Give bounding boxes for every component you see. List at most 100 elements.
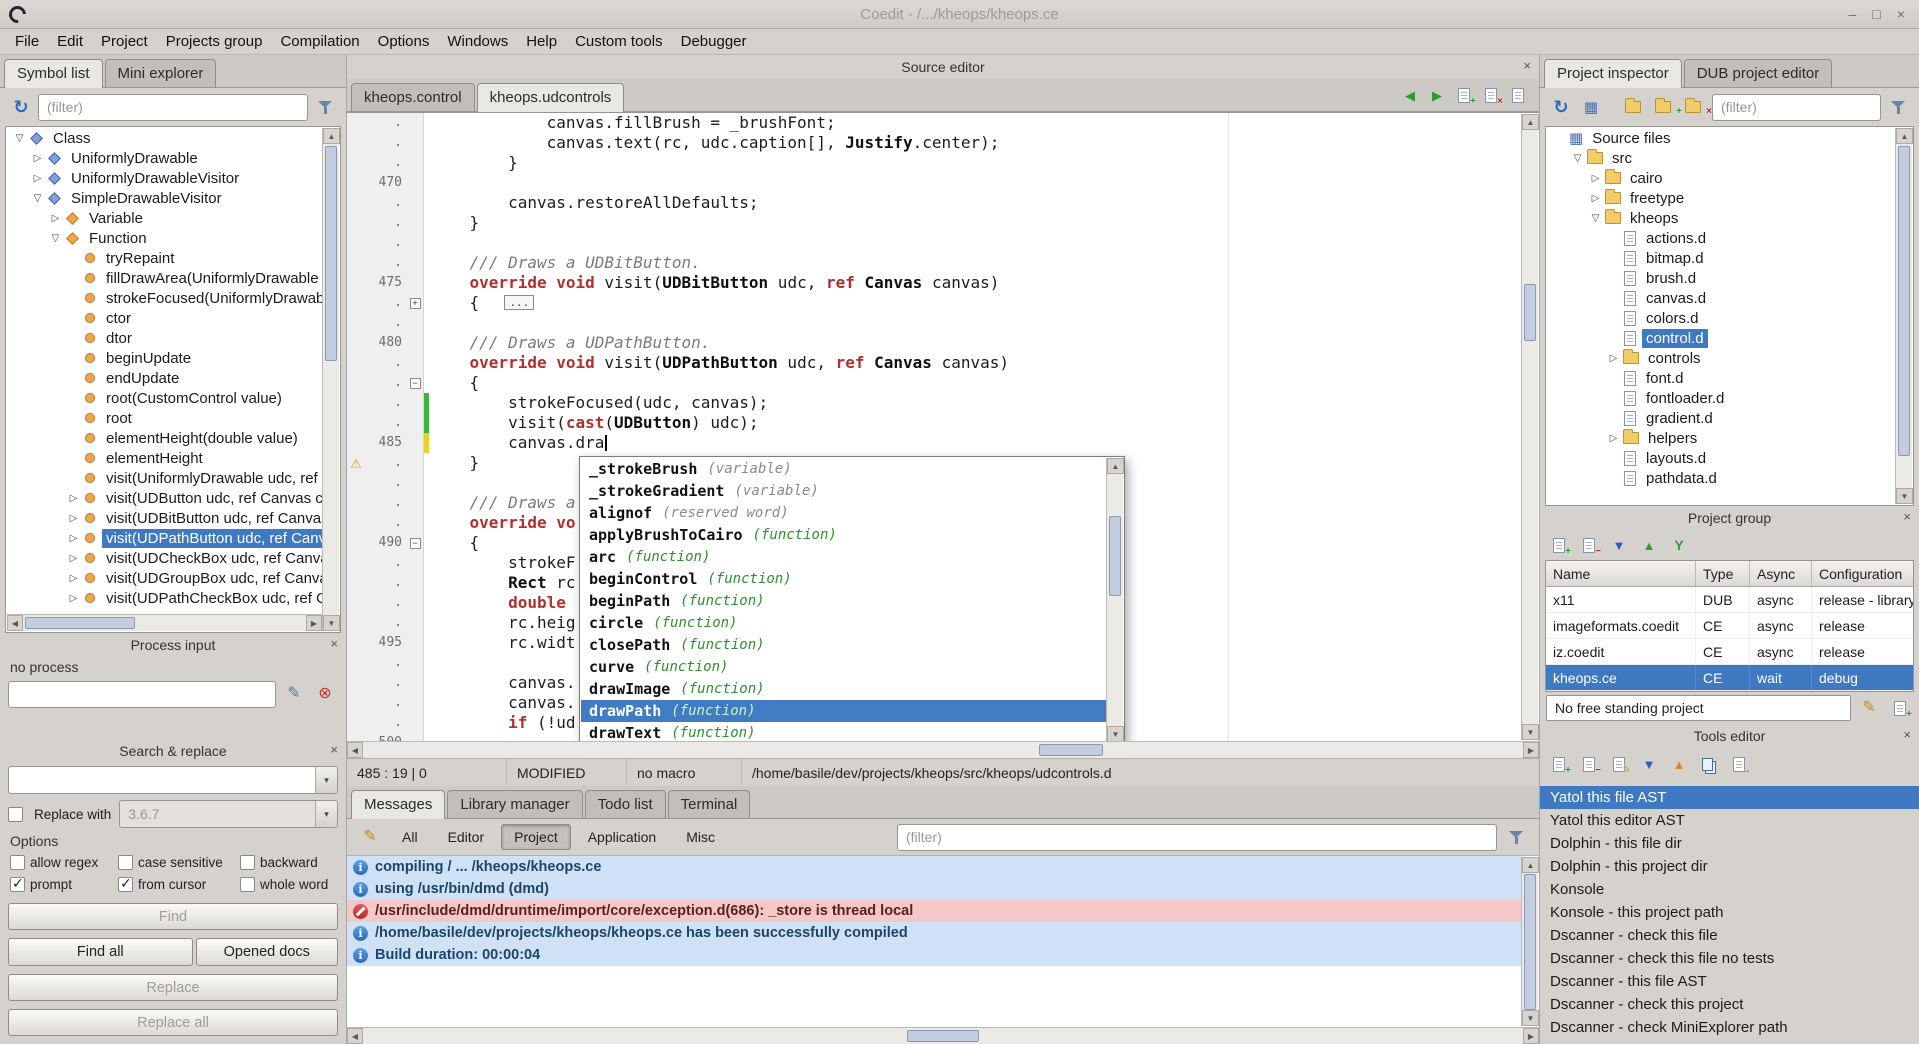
- code-text[interactable]: rc.heig: [429, 613, 576, 633]
- column-header[interactable]: Async: [1750, 561, 1812, 586]
- tool-item[interactable]: Dolphin - this project dir: [1540, 855, 1919, 878]
- scroll-left-button[interactable]: ◀: [347, 1028, 363, 1044]
- scroll-up-button[interactable]: ▲: [323, 128, 340, 144]
- copy-button[interactable]: [1696, 751, 1722, 777]
- file-tree-item[interactable]: ▷cairo: [1547, 168, 1895, 188]
- allow-regex-checkbox[interactable]: [10, 855, 25, 870]
- expander-icon[interactable]: ▷: [65, 553, 82, 564]
- symbol-tree-item[interactable]: root: [7, 408, 322, 428]
- project-funnel-button[interactable]: [1885, 94, 1911, 120]
- file-tree-item[interactable]: ▽src: [1547, 148, 1895, 168]
- scroll-right-button[interactable]: ▶: [306, 615, 322, 631]
- symbol-tree-item[interactable]: ▽Function: [7, 228, 322, 248]
- grid-button[interactable]: ▦: [1578, 94, 1604, 120]
- symbol-tree-item[interactable]: strokeFocused(UniformlyDrawable: [7, 288, 322, 308]
- filter-all-button[interactable]: All: [389, 824, 431, 850]
- expander-icon[interactable]: ▷: [65, 533, 82, 544]
- fold-toggle-icon[interactable]: −: [410, 378, 421, 389]
- scroll-down-button[interactable]: ▼: [1896, 488, 1913, 504]
- message-filter-input[interactable]: [897, 824, 1497, 851]
- close-icon[interactable]: ×: [1903, 727, 1911, 742]
- file-tree-item[interactable]: ▦Source files: [1547, 128, 1895, 148]
- tool-item[interactable]: Dscanner - check this project: [1540, 993, 1919, 1016]
- symbol-tree-item[interactable]: visit(UniformlyDrawable udc, ref Ca: [7, 468, 322, 488]
- close-icon[interactable]: ×: [330, 742, 338, 757]
- scrollbar-thumb[interactable]: [1898, 146, 1910, 456]
- add-free-project-button[interactable]: +: [1887, 695, 1913, 721]
- doc-add-button[interactable]: +: [1453, 84, 1475, 106]
- menu-file[interactable]: File: [6, 30, 48, 53]
- symbol-tree-item[interactable]: dtor: [7, 328, 322, 348]
- symbol-tree-item[interactable]: root(CustomControl value): [7, 388, 322, 408]
- code-text[interactable]: { ...: [429, 293, 534, 313]
- doc-edit-button[interactable]: ✎: [1606, 751, 1632, 777]
- symbol-tree-item[interactable]: ▷visit(UDBitButton udc, ref Canvas ca: [7, 508, 322, 528]
- completion-item[interactable]: closePath(function): [581, 634, 1106, 656]
- tab-mini-explorer[interactable]: Mini explorer: [105, 59, 217, 87]
- tool-item[interactable]: Yatol this file AST: [1540, 786, 1919, 809]
- completion-item[interactable]: alignof(reserved word): [581, 502, 1106, 524]
- code-text[interactable]: canvas.: [429, 673, 576, 693]
- completion-item[interactable]: _strokeGradient(variable): [581, 480, 1106, 502]
- filter-editor-button[interactable]: Editor: [435, 824, 498, 850]
- file-tree-item[interactable]: bitmap.d: [1547, 248, 1895, 268]
- cancel-process-button[interactable]: ⊗: [312, 681, 338, 707]
- file-tree-item[interactable]: colors.d: [1547, 308, 1895, 328]
- symbol-tree-item[interactable]: ▷visit(UDPathButton udc, ref Canvas: [7, 528, 322, 548]
- code-text[interactable]: [429, 313, 431, 333]
- folder-add-button[interactable]: +: [1652, 94, 1678, 120]
- filter-misc-button[interactable]: Misc: [673, 824, 728, 850]
- code-text[interactable]: [429, 473, 431, 493]
- menu-help[interactable]: Help: [517, 30, 566, 53]
- code-text[interactable]: [429, 653, 431, 673]
- refresh-symbols-button[interactable]: ↻: [8, 94, 34, 120]
- completion-item[interactable]: circle(function): [581, 612, 1106, 634]
- expander-icon[interactable]: ▷: [1587, 193, 1604, 204]
- tool-item[interactable]: Dscanner - check MiniExplorer path: [1540, 1016, 1919, 1039]
- menu-windows[interactable]: Windows: [438, 30, 517, 53]
- expander-icon[interactable]: ▽: [47, 233, 64, 244]
- menu-options[interactable]: Options: [369, 30, 439, 53]
- case-sensitive-checkbox[interactable]: [118, 855, 133, 870]
- from-cursor-checkbox[interactable]: [118, 877, 133, 892]
- code-text[interactable]: canvas.fillBrush = _brushFont;: [429, 113, 836, 133]
- tab-symbol-list[interactable]: Symbol list: [4, 59, 103, 88]
- tool-item[interactable]: Dolphin - this file dir: [1540, 832, 1919, 855]
- project-row[interactable]: x11DUBasyncrelease - library: [1546, 587, 1913, 613]
- close-icon[interactable]: ×: [1903, 509, 1911, 524]
- code-text[interactable]: double: [429, 593, 566, 613]
- search-term-input[interactable]: [9, 767, 315, 793]
- forward-button[interactable]: ▶: [1426, 84, 1448, 106]
- file-tree-item[interactable]: ▽kheops: [1547, 208, 1895, 228]
- expander-icon[interactable]: ▷: [1587, 173, 1604, 184]
- scroll-down-button[interactable]: ▼: [1107, 726, 1124, 742]
- code-text[interactable]: canvas.dra: [429, 433, 607, 453]
- expander-icon[interactable]: ▷: [65, 513, 82, 524]
- completion-item[interactable]: drawText(function): [581, 722, 1106, 742]
- tab-terminal[interactable]: Terminal: [668, 790, 751, 818]
- message-funnel-button[interactable]: [1503, 824, 1529, 850]
- tab-dub-project-editor[interactable]: DUB project editor: [1684, 59, 1833, 87]
- file-tree-item[interactable]: font.d: [1547, 368, 1895, 388]
- expander-icon[interactable]: ▷: [29, 153, 46, 164]
- column-header[interactable]: Name: [1546, 561, 1696, 586]
- symbol-tree-hscrollbar[interactable]: ◀▶: [7, 614, 322, 631]
- process-input-field[interactable]: [8, 681, 276, 708]
- prompt-checkbox[interactable]: [10, 877, 25, 892]
- symbol-filter-input[interactable]: [38, 94, 308, 121]
- refresh-button[interactable]: ↻: [1548, 94, 1574, 120]
- expander-icon[interactable]: ▷: [1605, 433, 1622, 444]
- symbol-tree-item[interactable]: ▷UniformlyDrawableVisitor: [7, 168, 322, 188]
- move-up-button[interactable]: ▲: [1636, 532, 1662, 558]
- send-input-button[interactable]: ✎: [281, 681, 307, 707]
- folded-code-icon[interactable]: ...: [504, 295, 534, 310]
- project-row[interactable]: imageformats.coeditCEasyncrelease: [1546, 613, 1913, 639]
- tool-item[interactable]: Yatol this editor AST: [1540, 809, 1919, 832]
- code-text[interactable]: [429, 733, 431, 741]
- doc-close-button[interactable]: ×: [1480, 84, 1502, 106]
- expander-icon[interactable]: ▷: [29, 173, 46, 184]
- tab-project-inspector[interactable]: Project inspector: [1544, 59, 1682, 88]
- symbol-tree-item[interactable]: endUpdate: [7, 368, 322, 388]
- search-term-combo[interactable]: ▾: [8, 766, 338, 794]
- scroll-up-button[interactable]: ▲: [1107, 458, 1124, 474]
